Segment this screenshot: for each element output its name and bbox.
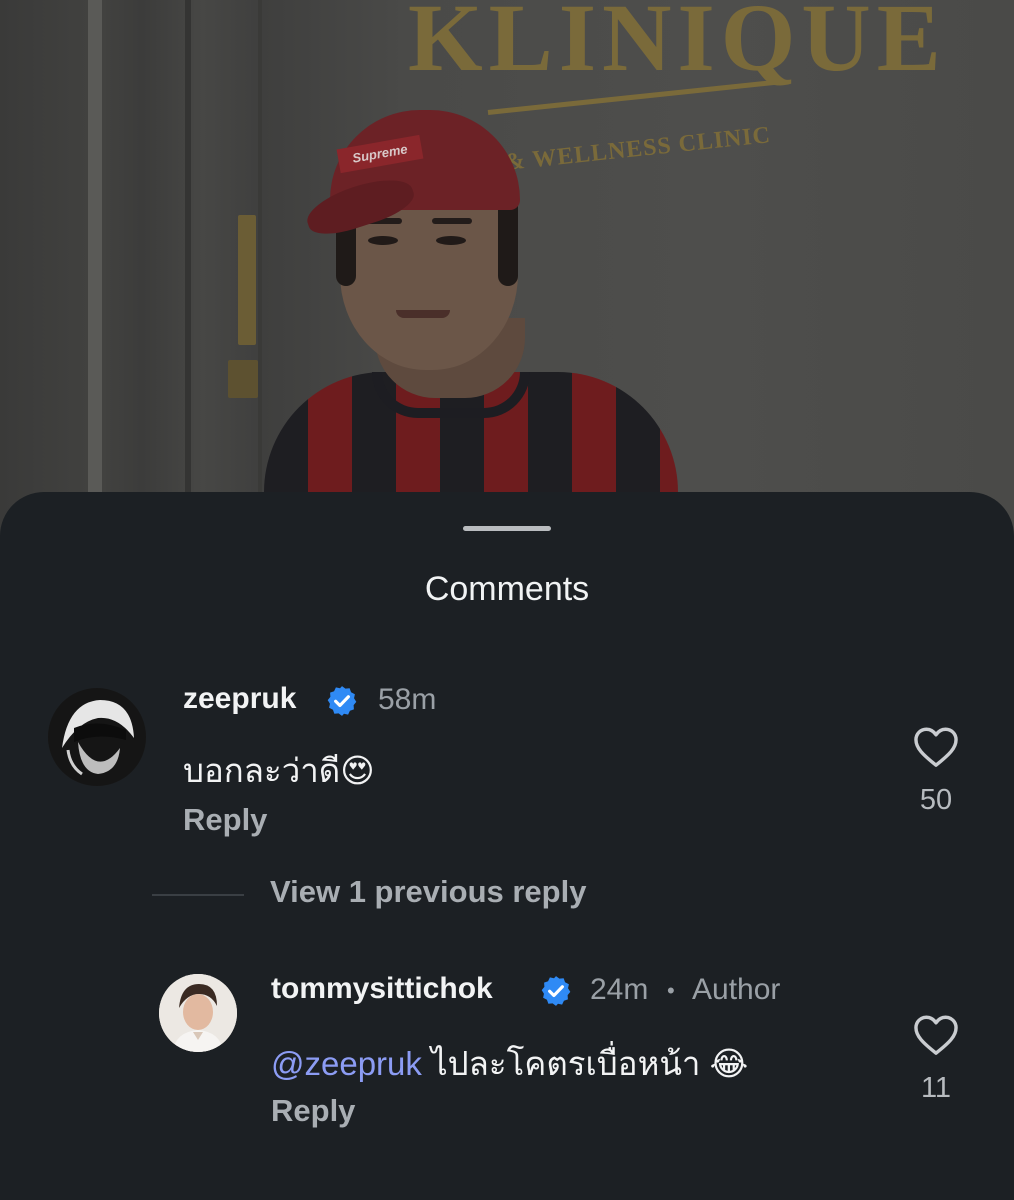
verified-badge-icon <box>327 686 357 716</box>
clinic-sign-logo: KLINIQUE <box>408 0 947 91</box>
person-mouth <box>396 310 450 318</box>
comment-timestamp: 58m <box>378 683 437 716</box>
reply-timestamp: 24m <box>590 973 649 1006</box>
eye-left <box>368 236 398 245</box>
mention-link[interactable]: @zeepruk <box>271 1045 422 1082</box>
view-previous-replies-label: View 1 previous reply <box>270 874 587 909</box>
heart-icon[interactable] <box>913 1014 959 1056</box>
avatar-tommysittichok-image <box>159 974 237 1052</box>
reply-body: ไปละโคตรเบื่อหน้า <box>421 1045 710 1082</box>
door-frame-shadow <box>185 0 191 540</box>
avatar-zeepruk-image <box>48 688 146 786</box>
avatar[interactable] <box>48 688 146 786</box>
wall-corner <box>258 0 262 540</box>
brow-right <box>432 218 472 224</box>
avatar[interactable] <box>159 974 237 1052</box>
comment-body: บอกละว่าดี <box>183 752 341 789</box>
shirt-collar <box>372 372 530 418</box>
like-count: 50 <box>919 784 953 816</box>
comments-sheet: Comments zeepruk 58m บอกละว่าดี😍 Reply 5… <box>0 492 1014 1200</box>
comment-text: บอกละว่าดี😍 <box>183 744 375 797</box>
wall-plaque-small <box>228 360 258 398</box>
laughing-emoji: 😂 <box>709 1045 749 1082</box>
thread-divider <box>152 894 244 896</box>
heart-icon[interactable] <box>913 726 959 768</box>
post-photo: KLINIQUE & WELLNESS CLINIC Supreme <box>0 0 1014 540</box>
reply-text: @zeepruk ไปละโคตรเบื่อหน้า 😂 <box>271 1037 748 1090</box>
like-count: 11 <box>920 1072 952 1104</box>
sheet-title: Comments <box>424 570 590 608</box>
reply-button[interactable]: Reply <box>271 1093 355 1129</box>
meta-separator: • <box>667 978 675 1003</box>
reply-button[interactable]: Reply <box>183 802 267 838</box>
wall-plaque <box>238 215 256 345</box>
verified-badge-icon <box>541 976 571 1006</box>
heart-eyes-emoji: 😍 <box>340 752 375 789</box>
eye-right <box>436 236 466 245</box>
comment-username[interactable]: zeepruk <box>183 682 296 716</box>
author-badge: Author <box>692 973 781 1006</box>
drag-handle[interactable] <box>463 526 551 531</box>
door-frame <box>88 0 102 540</box>
clinic-sign-subtext: & WELLNESS CLINIC <box>503 122 773 176</box>
reply-username[interactable]: tommysittichok <box>271 972 493 1006</box>
